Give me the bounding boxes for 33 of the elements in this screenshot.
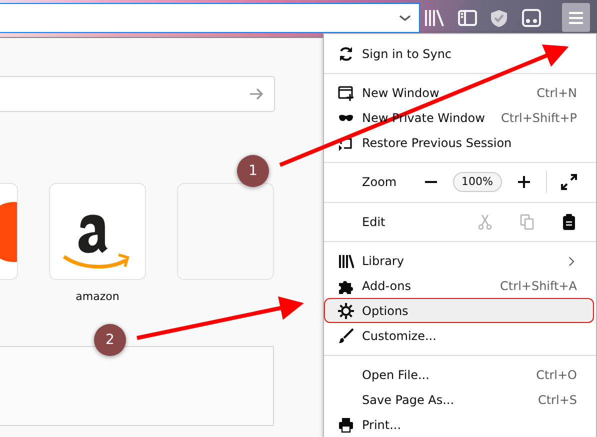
menu-item[interactable]: Print...	[324, 412, 594, 437]
menu-item[interactable]: Add-ons Ctrl+Shift+A	[324, 273, 594, 298]
fullscreen-icon[interactable]	[561, 174, 577, 190]
empty-tile[interactable]	[178, 184, 273, 279]
menu-item[interactable]: Customize...	[324, 323, 594, 348]
step-number-marker: 1	[237, 155, 269, 187]
new-window-icon	[338, 84, 354, 100]
gear-icon	[338, 302, 354, 318]
menu-item[interactable]: Restore Previous Session	[324, 130, 594, 155]
chevron-right-icon	[566, 256, 577, 267]
brush-icon	[338, 328, 354, 344]
arrow-right-icon	[248, 86, 264, 102]
zoom-label: Zoom	[362, 174, 397, 191]
menu-item[interactable]: Sign in to Sync	[324, 41, 594, 66]
step-number-marker: 2	[94, 324, 126, 356]
menu-icon[interactable]	[568, 11, 584, 26]
menu-item[interactable]: Open File... Ctrl+O	[324, 362, 594, 387]
edit-label: Edit	[362, 214, 386, 230]
menu-item[interactable]: Library	[324, 248, 594, 273]
menu-item[interactable]: Save Page As... Ctrl+S	[324, 387, 594, 412]
library-icon	[338, 252, 354, 268]
tile-label: amazon	[76, 289, 120, 305]
printer-icon	[338, 416, 354, 432]
url-field[interactable]	[0, 3, 420, 33]
zoom-level-button[interactable]: 100%	[452, 172, 502, 192]
site-tile[interactable]	[50, 184, 145, 279]
search-field[interactable]	[0, 76, 275, 112]
plus-icon[interactable]	[516, 174, 532, 190]
menu-button[interactable]	[562, 3, 590, 32]
menu-item[interactable]: New Window Ctrl+N	[324, 80, 594, 105]
sync-icon	[338, 46, 354, 62]
menu-item[interactable]: Options	[324, 298, 594, 323]
clipboard-icon[interactable]	[561, 214, 577, 230]
